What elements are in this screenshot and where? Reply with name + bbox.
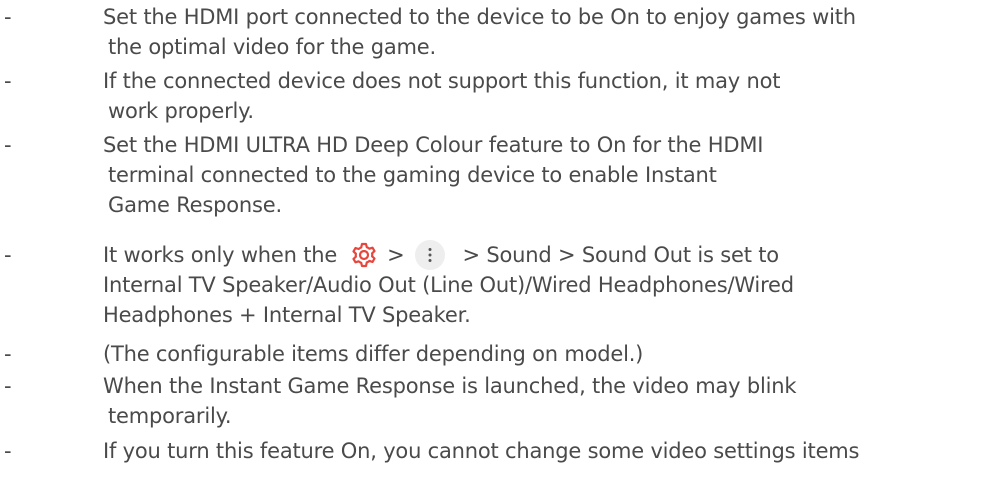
bullet-dash: - xyxy=(4,374,12,398)
text-line: Headphones + Internal TV Speaker. xyxy=(103,303,471,327)
bullet-dash: - xyxy=(4,439,12,463)
bullet-dash: - xyxy=(4,342,12,366)
text-line: (The configurable items differ depending… xyxy=(103,342,644,366)
list-item-text: When the Instant Game Response is launch… xyxy=(103,371,983,431)
list-item-text: Set the HDMI ULTRA HD Deep Colour featur… xyxy=(103,130,983,220)
text-line: work properly. xyxy=(108,99,254,123)
arrow-separator: > xyxy=(387,243,405,267)
list-item-text: It works only when the > > Sound > Sound… xyxy=(103,240,983,330)
text-line: If the connected device does not support… xyxy=(103,69,781,93)
text-line: the optimal video for the game. xyxy=(108,35,436,59)
list-item-text: Set the HDMI port connected to the devic… xyxy=(103,2,983,62)
text-prefix: It works only when the xyxy=(103,243,338,267)
list-item-text: If you turn this feature On, you cannot … xyxy=(103,436,983,466)
text-line: Internal TV Speaker/Audio Out (Line Out)… xyxy=(103,273,794,297)
list-item-text: If the connected device does not support… xyxy=(103,66,983,126)
text-line-with-icons: It works only when the > > Sound > Sound… xyxy=(103,240,983,270)
list-item-text: (The configurable items differ depending… xyxy=(103,339,983,369)
settings-gear-icon xyxy=(349,240,379,270)
bullet-dash: - xyxy=(4,69,12,93)
text-line: Set the HDMI ULTRA HD Deep Colour featur… xyxy=(103,133,764,157)
text-line: temporarily. xyxy=(108,404,232,428)
more-options-icon xyxy=(414,240,445,270)
bullet-dash: - xyxy=(4,243,12,267)
text-line: Game Response. xyxy=(108,193,282,217)
bullet-dash: - xyxy=(4,5,12,29)
text-line: Set the HDMI port connected to the devic… xyxy=(103,5,856,29)
text-suffix: > Sound > Sound Out is set to xyxy=(462,243,780,267)
bullet-dash: - xyxy=(4,133,12,157)
text-line: terminal connected to the gaming device … xyxy=(108,163,717,187)
text-line: When the Instant Game Response is launch… xyxy=(103,374,797,398)
text-line: If you turn this feature On, you cannot … xyxy=(103,439,860,463)
